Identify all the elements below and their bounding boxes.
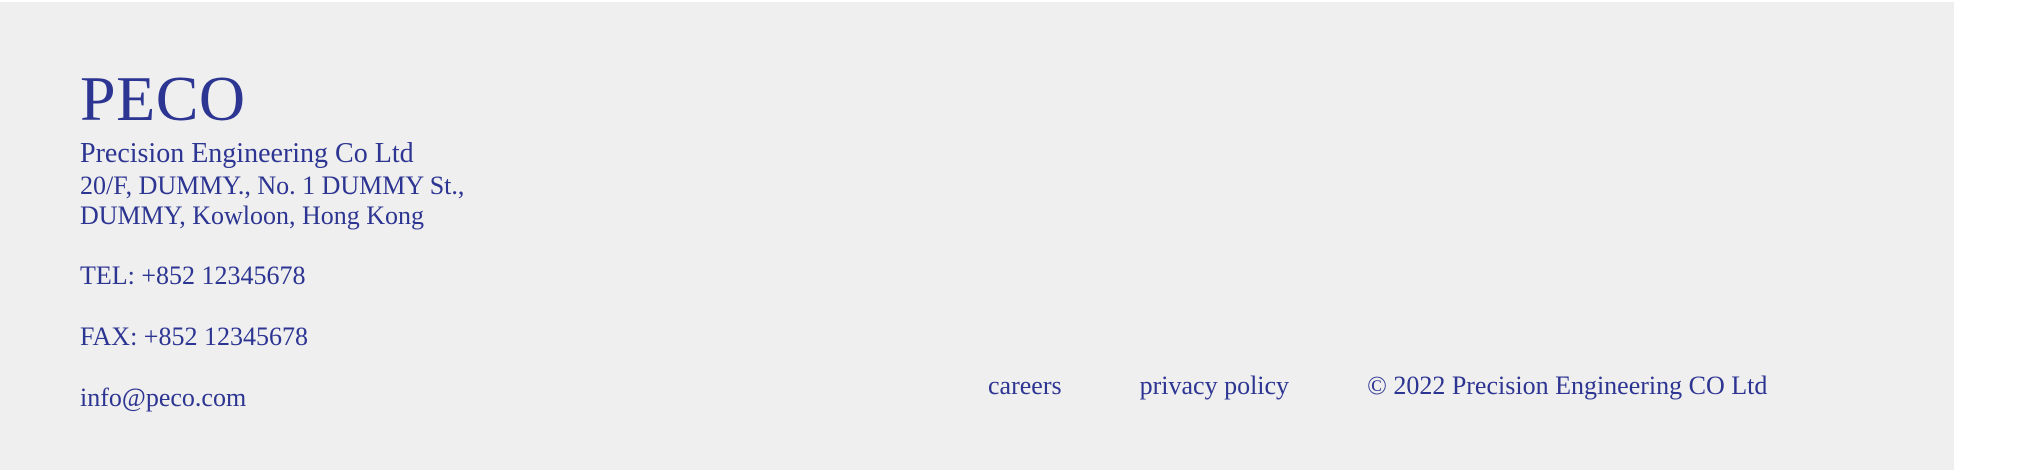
address-line-1: 20/F, DUMMY., No. 1 DUMMY St., <box>80 171 465 200</box>
address-line-2: DUMMY, Kowloon, Hong Kong <box>80 201 425 230</box>
fax-number: FAX: +852 12345678 <box>80 322 308 351</box>
email-link[interactable]: info@peco.com <box>80 383 246 413</box>
careers-link[interactable]: careers <box>988 371 1062 401</box>
privacy-policy-link[interactable]: privacy policy <box>1140 371 1289 401</box>
copyright-notice: © 2022 Precision Engineering CO Ltd <box>1367 371 1768 400</box>
footer-links: careers privacy policy © 2022 Precision … <box>988 371 1767 401</box>
page-footer: PECO Precision Engineering Co Ltd 20/F, … <box>0 2 1954 470</box>
brand-logo-text: PECO <box>80 63 246 134</box>
telephone-number: TEL: +852 12345678 <box>80 261 306 290</box>
company-name: Precision Engineering Co Ltd <box>80 138 414 169</box>
